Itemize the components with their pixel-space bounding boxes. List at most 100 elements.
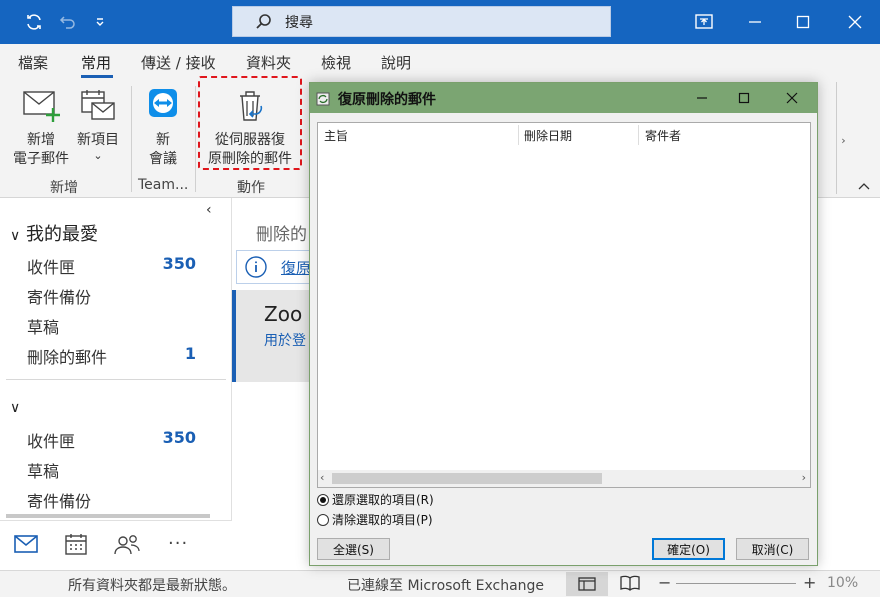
mail-icon[interactable]	[14, 535, 38, 557]
folder-deleted[interactable]: 刪除的郵件	[27, 344, 107, 368]
scroll-left-icon[interactable]: ‹	[320, 471, 324, 484]
new-email-button[interactable]: 新增 電子郵件	[8, 88, 74, 169]
module-bar: ···	[0, 520, 232, 570]
info-bar-link[interactable]: 復原	[281, 257, 311, 278]
group-label-actions: 動作	[237, 180, 265, 196]
quick-access-dropdown-icon[interactable]	[86, 8, 114, 36]
new-items-button[interactable]: 新項目 ⌄	[72, 88, 124, 162]
purge-radio[interactable]	[317, 513, 329, 526]
new-items-label: 新項目	[77, 132, 119, 148]
tab-help[interactable]: 說明	[381, 52, 411, 73]
list-item-subtitle: 用於登	[264, 333, 306, 349]
scroll-right-icon[interactable]: ›	[802, 471, 806, 484]
ribbon-separator	[195, 86, 196, 192]
folder-sent[interactable]: 寄件備份	[27, 284, 91, 308]
info-bar: 復原	[236, 250, 316, 284]
column-subject[interactable]: 主旨	[324, 127, 348, 144]
new-meeting-label-1: 新	[156, 132, 170, 148]
tab-file[interactable]: 檔案	[18, 52, 48, 73]
dialog-title-bar: 復原刪除的郵件	[310, 83, 817, 113]
select-all-button[interactable]: 全選(S)	[317, 538, 390, 560]
status-bar: 所有資料夾都是最新狀態。 已連線至 Microsoft Exchange − +…	[0, 570, 880, 597]
dialog-minimize-icon[interactable]	[690, 87, 714, 109]
nav-divider	[6, 379, 226, 380]
tab-send-receive[interactable]: 傳送 / 接收	[141, 52, 216, 73]
purge-option[interactable]: 清除選取的項目(P)	[317, 511, 433, 528]
folder-drafts[interactable]: 草稿	[27, 314, 59, 338]
undo-icon[interactable]	[54, 8, 82, 36]
calendar-icon[interactable]	[65, 533, 87, 559]
folder-inbox-count: 350	[162, 254, 196, 273]
account-folder-sent[interactable]: 寄件備份	[27, 488, 91, 512]
cancel-button[interactable]: 取消(C)	[736, 538, 809, 560]
highlight-box	[198, 76, 302, 170]
column-sender[interactable]: 寄件者	[645, 127, 681, 144]
chevron-down-icon: ∨	[10, 400, 21, 416]
reading-view-icon[interactable]	[620, 575, 640, 595]
list-folder-title: 刪除的	[256, 225, 307, 245]
search-box[interactable]: 搜尋	[232, 6, 611, 37]
zoom-out-icon[interactable]: −	[658, 573, 671, 592]
folder-pane: ‹ ∨ 我的最愛 收件匣 350 寄件備份 草稿 刪除的郵件 1 ∨ 收件匣 3…	[0, 198, 232, 570]
chevron-down-icon: ⌄	[93, 149, 103, 162]
minimize-icon[interactable]	[741, 8, 769, 36]
nav-scrollbar[interactable]	[6, 514, 210, 518]
account-header[interactable]: ∨	[10, 396, 20, 417]
column-separator[interactable]	[638, 125, 639, 145]
search-icon	[255, 13, 273, 31]
status-connection: 已連線至 Microsoft Exchange	[347, 578, 545, 594]
column-separator[interactable]	[518, 125, 519, 145]
account-folder-inbox[interactable]: 收件匣	[27, 428, 75, 452]
favorites-header[interactable]: ∨ 我的最愛	[10, 220, 98, 246]
ribbon-separator	[131, 86, 132, 192]
group-label-teams: Team...	[138, 177, 189, 193]
dialog-close-icon[interactable]	[780, 87, 804, 109]
zoom-level[interactable]: 10%	[827, 575, 858, 591]
status-left: 所有資料夾都是最新狀態。	[68, 578, 236, 594]
folder-deleted-count: 1	[184, 344, 196, 363]
dialog-app-icon	[316, 91, 330, 110]
recover-deleted-items-dialog: 復原刪除的郵件 主旨 刪除日期 寄件者 ‹ › 還原選取的項目(R) 清除選取的…	[309, 82, 818, 566]
scrollbar-thumb[interactable]	[332, 473, 602, 484]
ribbon-tabs: 檔案 常用 傳送 / 接收 資料夾 檢視 說明	[0, 44, 880, 78]
account-folder-inbox-count: 350	[162, 428, 196, 447]
close-icon[interactable]	[841, 8, 869, 36]
group-label-new: 新增	[50, 180, 78, 196]
chevron-down-icon: ∨	[10, 228, 21, 244]
info-icon	[245, 256, 267, 282]
tab-home[interactable]: 常用	[81, 52, 111, 73]
ribbon-scroll-right-icon[interactable]: ›	[836, 82, 850, 194]
zoom-in-icon[interactable]: +	[803, 573, 816, 592]
search-placeholder: 搜尋	[285, 14, 313, 31]
dialog-title: 復原刪除的郵件	[338, 92, 436, 108]
teamviewer-icon	[140, 88, 186, 124]
zoom-slider[interactable]	[676, 583, 796, 584]
more-icon[interactable]: ···	[168, 533, 188, 554]
collapse-pane-icon[interactable]: ‹	[206, 202, 212, 218]
horizontal-scrollbar[interactable]: ‹ ›	[318, 470, 810, 487]
tab-view[interactable]: 檢視	[321, 52, 351, 73]
tab-folder[interactable]: 資料夾	[246, 52, 291, 73]
normal-view-icon[interactable]	[566, 572, 608, 596]
new-email-label-2: 電子郵件	[13, 151, 69, 167]
new-meeting-label-2: 會議	[149, 151, 177, 167]
new-items-icon	[72, 88, 124, 124]
dialog-maximize-icon[interactable]	[732, 87, 756, 109]
collapse-ribbon-icon[interactable]	[856, 179, 872, 193]
favorites-header-label: 我的最愛	[25, 224, 98, 245]
new-meeting-button[interactable]: 新 會議	[140, 88, 186, 169]
restore-option[interactable]: 還原選取的項目(R)	[317, 491, 434, 508]
restore-label: 還原選取的項目(R)	[332, 493, 434, 507]
deleted-items-list[interactable]: 主旨 刪除日期 寄件者 ‹ ›	[317, 122, 811, 488]
restore-radio[interactable]	[317, 493, 329, 506]
title-bar: 搜尋	[0, 0, 880, 44]
coming-soon-icon[interactable]	[690, 8, 718, 36]
people-icon[interactable]	[114, 533, 140, 559]
new-email-icon	[8, 88, 74, 124]
sync-icon[interactable]	[20, 8, 48, 36]
column-deleted-date[interactable]: 刪除日期	[524, 127, 572, 144]
ok-button[interactable]: 確定(O)	[652, 538, 725, 560]
maximize-icon[interactable]	[789, 8, 817, 36]
folder-inbox[interactable]: 收件匣	[27, 254, 75, 278]
account-folder-drafts[interactable]: 草稿	[27, 458, 59, 482]
